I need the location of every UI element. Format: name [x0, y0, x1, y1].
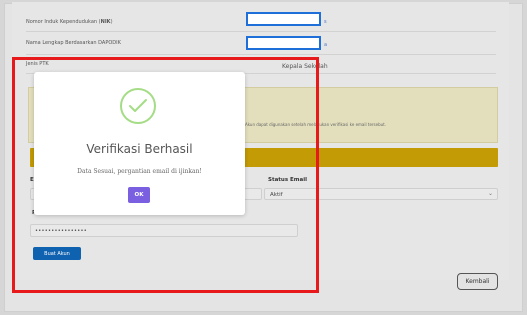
nik-label: Nomor Induk Kependudukan (NIK) [26, 19, 113, 25]
kembali-button[interactable]: Kembali [457, 273, 498, 290]
nik-label-bold: NIK [100, 19, 111, 25]
nik-marker: s [324, 19, 327, 25]
nama-marker: a [324, 42, 328, 48]
nik-label-prefix: Nomor Induk Kependudukan ( [26, 19, 101, 25]
row-divider [26, 54, 496, 55]
row-divider [26, 31, 496, 32]
nama-label: Nama Lengkap Berdasarkan DAPODIK [26, 40, 121, 46]
highlight-frame [12, 57, 319, 293]
page: Nomor Induk Kependudukan (NIK) s Nama Le… [0, 0, 527, 315]
nik-input[interactable] [246, 12, 321, 26]
nama-input[interactable] [246, 36, 321, 50]
chevron-down-icon: ⌄ [488, 191, 494, 197]
nik-label-suffix: ) [110, 19, 113, 25]
